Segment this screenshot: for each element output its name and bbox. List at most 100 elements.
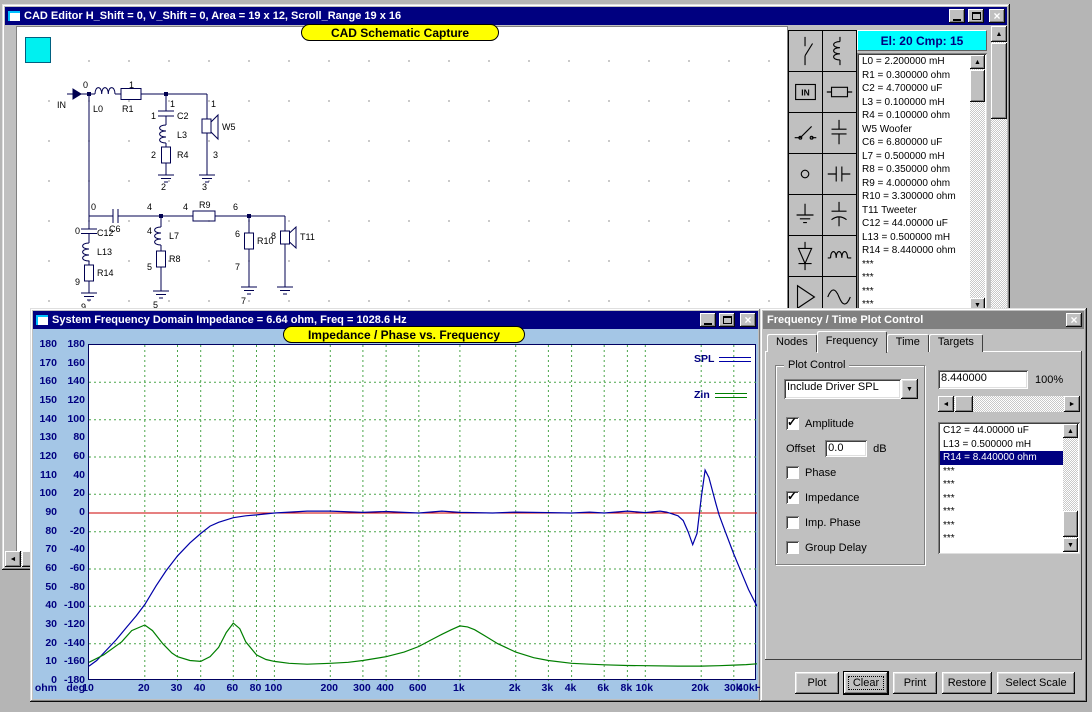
- y-right-tick: 60: [57, 450, 85, 462]
- scroll-thumb[interactable]: [991, 43, 1007, 119]
- component-list-item[interactable]: C2 = 4.700000 uF: [859, 82, 970, 96]
- system-menu-icon[interactable]: [35, 314, 49, 326]
- palette-in-source-button[interactable]: IN: [789, 72, 822, 112]
- palette-relay-button[interactable]: [789, 31, 822, 71]
- close-button[interactable]: ×: [740, 313, 756, 327]
- close-icon: ×: [993, 11, 1000, 21]
- x-axis-tick: 2k: [509, 682, 521, 694]
- tab-nodes[interactable]: Nodes: [767, 334, 817, 352]
- palette-inductor-v-button[interactable]: [823, 31, 856, 71]
- schematic-label: R4: [177, 150, 189, 160]
- minimize-button[interactable]: [700, 313, 716, 327]
- print-button[interactable]: Print: [893, 672, 937, 694]
- frequency-plot-window: System Frequency Domain Impedance = 6.64…: [30, 308, 761, 702]
- y-right-tick: -60: [57, 562, 85, 574]
- component-list-item[interactable]: T11 Tweeter: [859, 204, 970, 218]
- component-list-items: L0 = 2.200000 mHR1 = 0.300000 ohmC2 = 4.…: [859, 55, 970, 312]
- component-list-item[interactable]: C6 = 6.800000 uF: [859, 136, 970, 150]
- component-list-item[interactable]: ***: [859, 258, 970, 272]
- plot-button[interactable]: Plot: [795, 672, 839, 694]
- legend-zin-label: Zin: [694, 389, 710, 401]
- component-list-scrollbar[interactable]: ▲ ▼: [970, 55, 985, 312]
- y-left-tick: 140: [34, 413, 57, 425]
- component-list-item[interactable]: C12 = 44.00000 uF: [859, 217, 970, 231]
- scroll-up-button[interactable]: ▲: [970, 55, 985, 69]
- y-right-tick: 40: [57, 469, 85, 481]
- scroll-left-button[interactable]: ◄: [5, 551, 21, 567]
- schematic-label: 6: [233, 202, 238, 212]
- y-right-tick: -20: [57, 525, 85, 537]
- inductor-v-icon: [824, 32, 855, 70]
- maximize-icon: [723, 316, 732, 324]
- tab-targets[interactable]: Targets: [929, 334, 983, 352]
- select-scale-button[interactable]: Select Scale: [997, 672, 1075, 694]
- restore-button[interactable]: Restore: [942, 672, 992, 694]
- palette-ground-button[interactable]: [789, 195, 822, 235]
- y-right-tick: -80: [57, 581, 85, 593]
- y-right-tick: -140: [57, 637, 85, 649]
- maximize-button[interactable]: [719, 313, 735, 327]
- resistor-h-icon: [824, 73, 855, 111]
- palette-resistor-h-button[interactable]: [823, 72, 856, 112]
- schematic-label: R1: [122, 104, 134, 114]
- x-axis-tick: 100: [265, 682, 283, 694]
- maximize-button[interactable]: [968, 9, 984, 23]
- schematic-label: 6: [235, 229, 240, 239]
- plot-caption: Impedance / Phase vs. Frequency: [283, 326, 525, 343]
- tab-time[interactable]: Time: [887, 334, 929, 352]
- component-list-item[interactable]: L7 = 0.500000 mH: [859, 150, 970, 164]
- component-list-item[interactable]: L3 = 0.100000 mH: [859, 96, 970, 110]
- schematic-label: 3: [213, 150, 218, 160]
- component-list-item[interactable]: ***: [859, 271, 970, 285]
- y-left-tick: 40: [34, 599, 57, 611]
- palette-capacitor-v-button[interactable]: [823, 113, 856, 153]
- component-list-item[interactable]: R9 = 4.000000 ohm: [859, 177, 970, 191]
- component-list-item[interactable]: W5 Woofer: [859, 123, 970, 137]
- series-zin: [89, 623, 757, 666]
- x-axis-tick: 6k: [597, 682, 609, 694]
- component-palette: IN: [788, 30, 857, 318]
- y-axis-row: 30-120: [34, 618, 85, 630]
- component-listbox[interactable]: L0 = 2.200000 mHR1 = 0.300000 ohmC2 = 4.…: [857, 53, 987, 314]
- palette-capacitor-pol-button[interactable]: [823, 195, 856, 235]
- y-right-tick: -160: [57, 655, 85, 667]
- schematic-label: L3: [177, 130, 187, 140]
- palette-diode-button[interactable]: [789, 236, 822, 276]
- tab-frequency[interactable]: Frequency: [817, 331, 887, 353]
- schematic-label: C12: [97, 228, 114, 238]
- system-menu-icon[interactable]: [7, 10, 21, 22]
- x-axis-tick: 20: [138, 682, 150, 694]
- palette-capacitor-h-button[interactable]: [823, 154, 856, 194]
- scroll-thumb[interactable]: [970, 70, 985, 102]
- y-axis-row: 140100: [34, 413, 85, 425]
- y-axis-row: 900: [34, 506, 85, 518]
- close-button[interactable]: ×: [989, 9, 1005, 23]
- clear-button[interactable]: Clear: [844, 672, 888, 694]
- palette-inductor-h-button[interactable]: [823, 236, 856, 276]
- component-list-item[interactable]: R10 = 3.300000 ohm: [859, 190, 970, 204]
- component-list-item[interactable]: R14 = 8.440000 ohm: [859, 244, 970, 258]
- component-list-item[interactable]: L0 = 2.200000 mH: [859, 55, 970, 69]
- cad-titlebar[interactable]: CAD Editor H_Shift = 0, V_Shift = 0, Are…: [5, 7, 1007, 25]
- y-axis-row: 150120: [34, 394, 85, 406]
- scroll-up-button[interactable]: ▲: [991, 26, 1007, 42]
- component-list-item[interactable]: L13 = 0.500000 mH: [859, 231, 970, 245]
- in-source-icon: IN: [790, 73, 821, 111]
- component-list-item[interactable]: R8 = 0.350000 ohm: [859, 163, 970, 177]
- x-axis-tick: 3k: [542, 682, 554, 694]
- relay-icon: [790, 32, 821, 70]
- y-left-tick: 170: [34, 357, 57, 369]
- plot-window-title: System Frequency Domain Impedance = 6.64…: [52, 314, 697, 326]
- svg-text:IN: IN: [801, 88, 809, 98]
- component-list-item[interactable]: ***: [859, 285, 970, 299]
- component-list-item[interactable]: R1 = 0.300000 ohm: [859, 69, 970, 83]
- y-axis-row: 12060: [34, 450, 85, 462]
- plot-area: SPL Zin: [88, 344, 756, 680]
- node-icon: [790, 155, 821, 193]
- palette-switch-button[interactable]: [789, 113, 822, 153]
- switch-icon: [790, 114, 821, 152]
- palette-node-button[interactable]: [789, 154, 822, 194]
- minimize-button[interactable]: [949, 9, 965, 23]
- component-list-item[interactable]: R4 = 0.100000 ohm: [859, 109, 970, 123]
- schematic-labels: IN01L0R111C2L3R4221W533044R96C60C12L13R1…: [57, 80, 315, 312]
